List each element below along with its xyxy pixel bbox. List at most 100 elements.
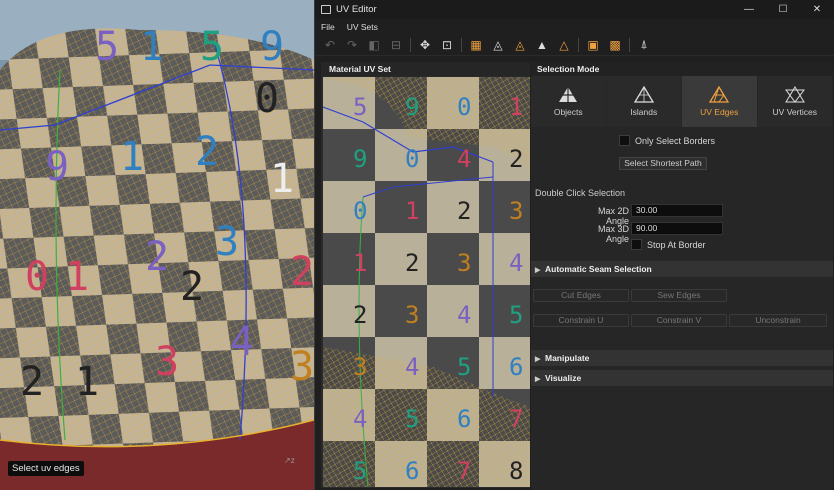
checker-number: 0 bbox=[25, 254, 49, 300]
flip-icon[interactable]: ⊟ bbox=[385, 35, 407, 55]
select-shortest-path-button[interactable]: Select Shortest Path bbox=[619, 157, 707, 170]
mode-label: UV Edges bbox=[700, 107, 739, 117]
mode-islands[interactable]: Islands bbox=[606, 76, 681, 127]
checker-number: 3 bbox=[290, 344, 314, 390]
fit-icon[interactable]: ⊡ bbox=[436, 35, 458, 55]
uv-checker-number: 6 bbox=[457, 405, 471, 433]
app-icon bbox=[321, 5, 331, 14]
uv-checker-number: 1 bbox=[509, 93, 523, 121]
menu-file[interactable]: File bbox=[321, 22, 335, 32]
max-3d-angle-input[interactable]: 90.00 bbox=[631, 222, 723, 235]
expand-arrow-icon: ▶ bbox=[535, 376, 541, 383]
maximize-button[interactable]: ☐ bbox=[766, 0, 800, 19]
uv-checker-number: 2 bbox=[457, 197, 471, 225]
checker-number: 9 bbox=[45, 144, 69, 190]
uv-canvas[interactable]: 5 9 0 1 9 0 4 2 0 1 2 3 1 2 3 4 2 3 4 5 3 4 5 6 4 5 6 7 5 6 7 8 bbox=[323, 77, 530, 487]
expand-arrow-icon: ▶ bbox=[535, 267, 541, 274]
checker-number: 2 bbox=[180, 264, 204, 310]
uv-checker-number: 7 bbox=[457, 457, 471, 485]
double-click-selection-label: Double Click Selection bbox=[535, 188, 626, 198]
title-bar[interactable]: UV Editor — ☐ ✕ bbox=[315, 0, 834, 19]
redo-icon[interactable]: ↷ bbox=[341, 35, 363, 55]
uv-checker-number: 6 bbox=[509, 353, 523, 381]
selection-mode-panel: Selection Mode Objects Islands UV Edges … bbox=[531, 62, 833, 490]
uv-checker-number: 4 bbox=[405, 353, 419, 381]
uv-checker-number: 5 bbox=[509, 301, 523, 329]
automatic-seam-selection-header[interactable]: ▶ Automatic Seam Selection bbox=[531, 261, 833, 277]
checker-number: 9 bbox=[260, 24, 284, 70]
section-title: Automatic Seam Selection bbox=[545, 264, 652, 274]
checker-number: 0 bbox=[255, 76, 279, 122]
uv-checker-number: 3 bbox=[457, 249, 471, 277]
move-icon[interactable]: ✥ bbox=[414, 35, 436, 55]
stop-at-border-checkbox[interactable] bbox=[631, 239, 642, 250]
uv-checker-number: 0 bbox=[405, 145, 419, 173]
toolbar-separator bbox=[629, 37, 630, 52]
uv-checker-number: 2 bbox=[509, 145, 523, 173]
sew-edges-button[interactable]: Sew Edges bbox=[631, 289, 727, 302]
uv-edges-active-icon[interactable]: ◬ bbox=[509, 35, 531, 55]
checker-number: 1 bbox=[75, 359, 99, 405]
checker-number: 1 bbox=[65, 254, 89, 300]
close-button[interactable]: ✕ bbox=[800, 0, 834, 19]
polygon-outline-icon[interactable]: △ bbox=[553, 35, 575, 55]
max-2d-angle-label: Max 2D Angle bbox=[597, 206, 629, 226]
mode-uv-vertices[interactable]: UV Vertices bbox=[757, 76, 832, 127]
expand-arrow-icon: ▶ bbox=[535, 356, 541, 363]
constrain-v-button[interactable]: Constrain V bbox=[631, 314, 727, 327]
uv-checker-number: 9 bbox=[405, 93, 419, 121]
grid-icon[interactable]: ▦ bbox=[465, 35, 487, 55]
uv-checker-number: 5 bbox=[353, 457, 367, 485]
uv-checker-number: 7 bbox=[509, 405, 523, 433]
uv-edges-mode-icon bbox=[709, 86, 730, 103]
minimize-button[interactable]: — bbox=[732, 0, 766, 19]
uv-checker-number: 1 bbox=[405, 197, 419, 225]
undo-icon[interactable]: ↶ bbox=[319, 35, 341, 55]
texture-icon[interactable]: ▣ bbox=[582, 35, 604, 55]
mode-uv-edges[interactable]: UV Edges bbox=[682, 76, 757, 127]
visualize-header[interactable]: ▶ Visualize bbox=[531, 370, 833, 386]
checker-number: 5 bbox=[95, 24, 119, 70]
toolbar-separator bbox=[461, 37, 462, 52]
uv-checker-number: 8 bbox=[509, 457, 523, 485]
uv-checker-number: 1 bbox=[353, 249, 367, 277]
uv-checker-number: 6 bbox=[405, 457, 419, 485]
max-2d-angle-input[interactable]: 30.00 bbox=[631, 204, 723, 217]
stop-at-border-row[interactable]: Stop At Border bbox=[631, 239, 706, 250]
3d-viewport[interactable]: 51590912101232213432 Select uv edges ↗z bbox=[0, 0, 314, 490]
manipulate-header[interactable]: ▶ Manipulate bbox=[531, 350, 833, 366]
uv-panel-title: Material UV Set bbox=[321, 62, 530, 76]
checker-number: 1 bbox=[140, 24, 164, 70]
uv-checker-number: 0 bbox=[457, 93, 471, 121]
only-select-borders-checkbox[interactable] bbox=[619, 135, 630, 146]
uv-checker-number: 3 bbox=[353, 353, 367, 381]
checker-icon[interactable]: ▩ bbox=[604, 35, 626, 55]
selection-panel-title: Selection Mode bbox=[531, 62, 833, 76]
selection-mode-tabs: Objects Islands UV Edges UV Vertices bbox=[531, 76, 833, 127]
menu-uv-sets[interactable]: UV Sets bbox=[347, 22, 378, 32]
pin-icon[interactable]: ⍋ bbox=[633, 35, 655, 55]
checker-number: 4 bbox=[230, 319, 254, 365]
mirror-icon[interactable]: ◧ bbox=[363, 35, 385, 55]
uv-checker-number: 4 bbox=[509, 249, 523, 277]
uv-checker-number: 4 bbox=[457, 145, 471, 173]
polygon-icon[interactable]: ▲ bbox=[531, 35, 553, 55]
mode-objects[interactable]: Objects bbox=[531, 76, 606, 127]
only-select-borders-row[interactable]: Only Select Borders bbox=[619, 135, 715, 146]
checker-number: 1 bbox=[270, 156, 294, 202]
unconstrain-button[interactable]: Unconstrain bbox=[729, 314, 827, 327]
objects-icon bbox=[559, 87, 578, 102]
section-title: Manipulate bbox=[545, 353, 590, 363]
constrain-u-button[interactable]: Constrain U bbox=[533, 314, 629, 327]
uv-checker-number: 4 bbox=[353, 405, 367, 433]
menu-bar: File UV Sets bbox=[315, 19, 834, 34]
toolbar: ↶ ↷ ◧ ⊟ ✥ ⊡ ▦ ◬ ◬ ▲ △ ▣ ▩ ⍋ bbox=[315, 34, 834, 56]
checker-number: 3 bbox=[215, 219, 239, 265]
checker-number: 2 bbox=[145, 234, 169, 280]
mode-label: UV Vertices bbox=[772, 107, 817, 117]
uv-editor-window: UV Editor — ☐ ✕ File UV Sets ↶ ↷ ◧ ⊟ ✥ ⊡… bbox=[314, 0, 834, 490]
uv-edges-icon[interactable]: ◬ bbox=[487, 35, 509, 55]
cut-edges-button[interactable]: Cut Edges bbox=[533, 289, 629, 302]
checker-number: 1 bbox=[120, 134, 144, 180]
uv-checker-number: 4 bbox=[457, 301, 471, 329]
